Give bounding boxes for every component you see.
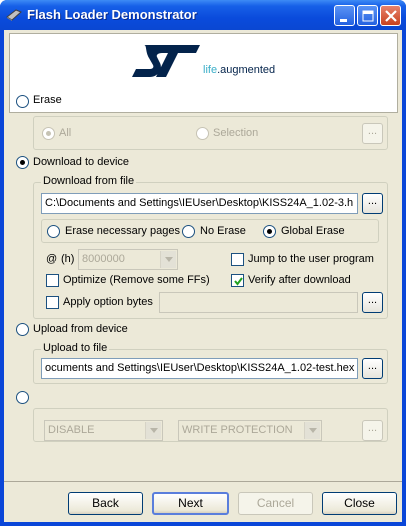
option-bytes-checkbox[interactable] bbox=[46, 296, 59, 309]
checkmark-icon bbox=[234, 277, 243, 286]
chevron-down-icon bbox=[309, 428, 317, 433]
erase-label: Erase bbox=[33, 94, 62, 106]
upload-radio[interactable] bbox=[16, 323, 29, 336]
option-bytes-browse-button[interactable]: ... bbox=[362, 292, 383, 313]
upload-group-label: Upload to file bbox=[41, 342, 110, 354]
protection-browse-button[interactable]: ... bbox=[362, 420, 383, 441]
st-logo-icon bbox=[132, 45, 200, 77]
chevron-down-icon bbox=[150, 428, 158, 433]
app-icon bbox=[6, 9, 22, 21]
no-erase-label: No Erase bbox=[200, 225, 246, 237]
jump-label: Jump to the user program bbox=[248, 253, 374, 265]
minimize-button[interactable] bbox=[334, 5, 355, 26]
protection-radio[interactable] bbox=[16, 391, 29, 404]
option-bytes-label: Apply option bytes bbox=[63, 296, 153, 308]
minimize-icon bbox=[340, 19, 347, 22]
address-at-label: @ bbox=[46, 253, 58, 265]
flash-loader-window: Flash Loader Demonstrator life.augmented… bbox=[0, 0, 406, 526]
optimize-checkbox[interactable] bbox=[46, 274, 59, 287]
no-erase-radio[interactable] bbox=[182, 225, 195, 238]
erase-radio[interactable] bbox=[16, 95, 29, 108]
address-value: 8000000 bbox=[82, 253, 125, 265]
logo-tagline: life.augmented bbox=[203, 64, 276, 76]
protection-type-select[interactable]: WRITE PROTECTION bbox=[178, 420, 322, 441]
download-radio[interactable] bbox=[16, 156, 29, 169]
dialog-body: life.augmented Erase All Selection ... D… bbox=[4, 30, 402, 522]
download-group-label: Download from file bbox=[41, 175, 137, 187]
address-select[interactable]: 8000000 bbox=[78, 249, 178, 270]
jump-checkbox[interactable] bbox=[231, 253, 244, 266]
button-bar-divider bbox=[4, 481, 402, 482]
erase-group bbox=[33, 116, 388, 150]
erase-necessary-pages-label: Erase necessary pages bbox=[65, 225, 180, 237]
protection-state-value: DISABLE bbox=[48, 424, 95, 436]
close-icon bbox=[385, 10, 397, 22]
address-unit-label: (h) bbox=[61, 253, 75, 265]
upload-browse-button[interactable]: ... bbox=[362, 358, 383, 379]
close-window-button[interactable] bbox=[380, 5, 401, 26]
option-bytes-input[interactable] bbox=[159, 292, 358, 313]
state-dropdown-arrow[interactable] bbox=[145, 422, 161, 439]
type-dropdown-arrow[interactable] bbox=[304, 422, 320, 439]
erase-selection-radio[interactable] bbox=[196, 127, 209, 140]
back-button[interactable]: Back bbox=[68, 492, 143, 515]
title-bar[interactable]: Flash Loader Demonstrator bbox=[0, 0, 406, 30]
protection-type-value: WRITE PROTECTION bbox=[182, 424, 293, 436]
maximize-icon bbox=[362, 10, 374, 22]
upload-file-input[interactable]: ocuments and Settings\IEUser\Desktop\KIS… bbox=[41, 358, 358, 379]
global-erase-label: Global Erase bbox=[281, 225, 345, 237]
erase-all-radio[interactable] bbox=[42, 127, 55, 140]
cancel-button[interactable]: Cancel bbox=[238, 492, 313, 515]
upload-label: Upload from device bbox=[33, 323, 128, 335]
erase-all-label: All bbox=[59, 127, 72, 139]
download-file-input[interactable]: C:\Documents and Settings\IEUser\Desktop… bbox=[41, 193, 358, 214]
chevron-down-icon bbox=[165, 257, 173, 262]
maximize-button[interactable] bbox=[357, 5, 378, 26]
verify-checkbox[interactable] bbox=[231, 274, 244, 287]
download-label: Download to device bbox=[33, 156, 130, 168]
global-erase-radio[interactable] bbox=[263, 225, 276, 238]
erase-necessary-pages-radio[interactable] bbox=[47, 225, 60, 238]
erase-browse-button[interactable]: ... bbox=[362, 123, 383, 144]
optimize-label: Optimize (Remove some FFs) bbox=[63, 274, 210, 286]
next-button[interactable]: Next bbox=[152, 492, 229, 515]
erase-selection-label: Selection bbox=[213, 127, 259, 139]
download-browse-button[interactable]: ... bbox=[362, 193, 383, 214]
verify-label: Verify after download bbox=[248, 274, 351, 286]
protection-state-select[interactable]: DISABLE bbox=[44, 420, 163, 441]
logo-banner: life.augmented bbox=[9, 33, 398, 113]
close-button[interactable]: Close bbox=[322, 492, 397, 515]
window-title: Flash Loader Demonstrator bbox=[27, 7, 197, 22]
address-dropdown-arrow[interactable] bbox=[160, 251, 176, 268]
